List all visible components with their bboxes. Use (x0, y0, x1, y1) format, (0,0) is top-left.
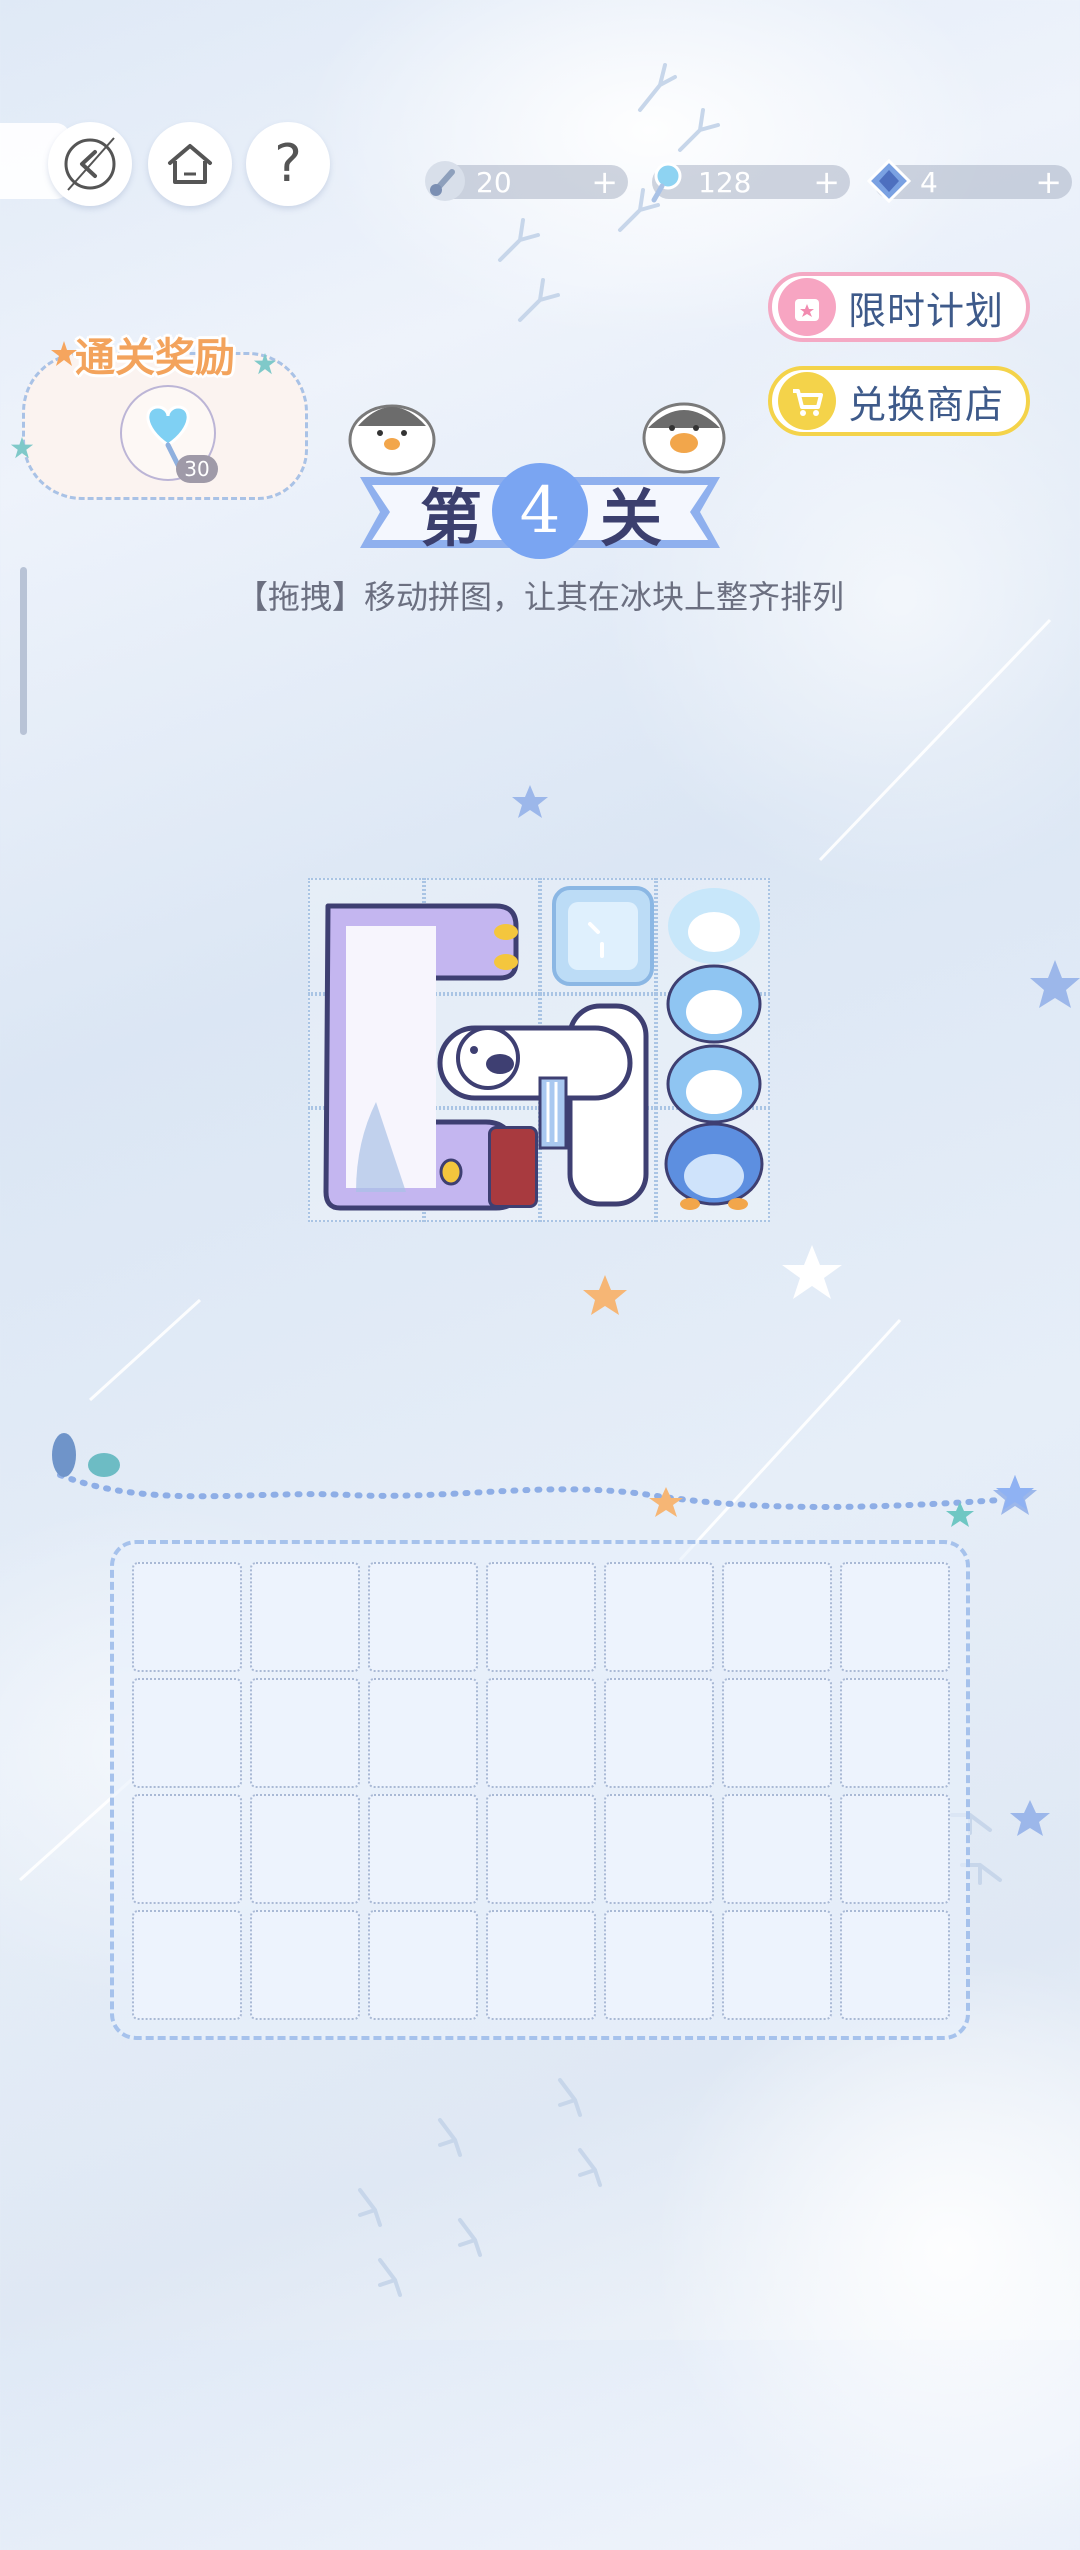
home-button[interactable] (148, 122, 232, 206)
board-slot[interactable] (722, 1794, 832, 1904)
back-button[interactable] (48, 122, 132, 206)
level-prefix: 第 (420, 481, 483, 555)
board-slot[interactable] (250, 1794, 360, 1904)
board-slot[interactable] (486, 1562, 596, 1672)
level-number: 4 (492, 463, 588, 559)
board-slot[interactable] (840, 1562, 950, 1672)
resource-diamond: 4 + (866, 158, 1072, 204)
board-slot[interactable] (840, 1910, 950, 2020)
resource-candy: 128 + (651, 162, 850, 203)
board-slot[interactable] (368, 1678, 478, 1788)
puzzle-preview (308, 878, 770, 1222)
target-board (110, 1540, 970, 2040)
exchange-shop-label: 兑换商店 (848, 382, 1005, 427)
board-slot[interactable] (250, 1678, 360, 1788)
board-slot[interactable] (486, 1794, 596, 1904)
board-slot[interactable] (250, 1910, 360, 2020)
board-slot[interactable] (722, 1910, 832, 2020)
board-slot[interactable] (840, 1794, 950, 1904)
add-candy-button[interactable]: + (813, 163, 840, 201)
candy-icon (651, 162, 682, 203)
board-slot[interactable] (722, 1562, 832, 1672)
board-slot[interactable] (132, 1910, 242, 2020)
board-slot[interactable] (604, 1562, 714, 1672)
ice-block-piece[interactable] (550, 884, 656, 988)
board-slot[interactable] (486, 1678, 596, 1788)
exchange-shop-button[interactable]: 兑换商店 (768, 366, 1030, 436)
resource-shovel: 20 + (425, 161, 628, 201)
board-slot[interactable] (604, 1678, 714, 1788)
question-mark-icon: ? (274, 134, 302, 194)
polar-bear-piece[interactable] (430, 998, 652, 1214)
limited-plan-label: 限时计划 (848, 288, 1005, 333)
help-button[interactable]: ? (246, 122, 330, 206)
reward-count: 30 (176, 455, 218, 483)
back-arrow-icon (64, 137, 116, 191)
diamond-icon (866, 158, 912, 204)
board-slot[interactable] (604, 1910, 714, 2020)
diamond-count: 4 (920, 165, 938, 199)
star-icon (253, 352, 277, 375)
add-diamond-button[interactable]: + (1035, 163, 1062, 201)
clear-reward-title: 通关奖励 (75, 335, 235, 381)
add-shovel-button[interactable]: + (591, 163, 618, 201)
scroll-indicator (20, 567, 27, 735)
board-slot[interactable] (132, 1562, 242, 1672)
board-slot[interactable] (840, 1678, 950, 1788)
gift-bag-icon (778, 278, 836, 336)
candy-count: 128 (698, 165, 752, 199)
board-slot[interactable] (132, 1678, 242, 1788)
board-slot[interactable] (368, 1794, 478, 1904)
shopping-cart-icon (778, 372, 836, 430)
board-slot[interactable] (722, 1678, 832, 1788)
board-slot[interactable] (368, 1562, 478, 1672)
star-icon (51, 341, 77, 366)
shovel-count: 20 (476, 165, 512, 199)
board-slot[interactable] (604, 1794, 714, 1904)
home-icon (168, 144, 212, 184)
star-icon (10, 436, 34, 459)
penguins-stack-piece[interactable] (660, 884, 768, 1216)
instruction-text: 【拖拽】移动拼图，让其在冰块上整齐排列 (235, 578, 844, 616)
limited-plan-button[interactable]: 限时计划 (768, 272, 1030, 342)
board-slot[interactable] (368, 1910, 478, 2020)
shovel-icon (425, 161, 465, 201)
board-slot[interactable] (486, 1910, 596, 2020)
board-slot[interactable] (250, 1562, 360, 1672)
level-suffix: 关 (600, 481, 663, 555)
board-slot[interactable] (132, 1794, 242, 1904)
